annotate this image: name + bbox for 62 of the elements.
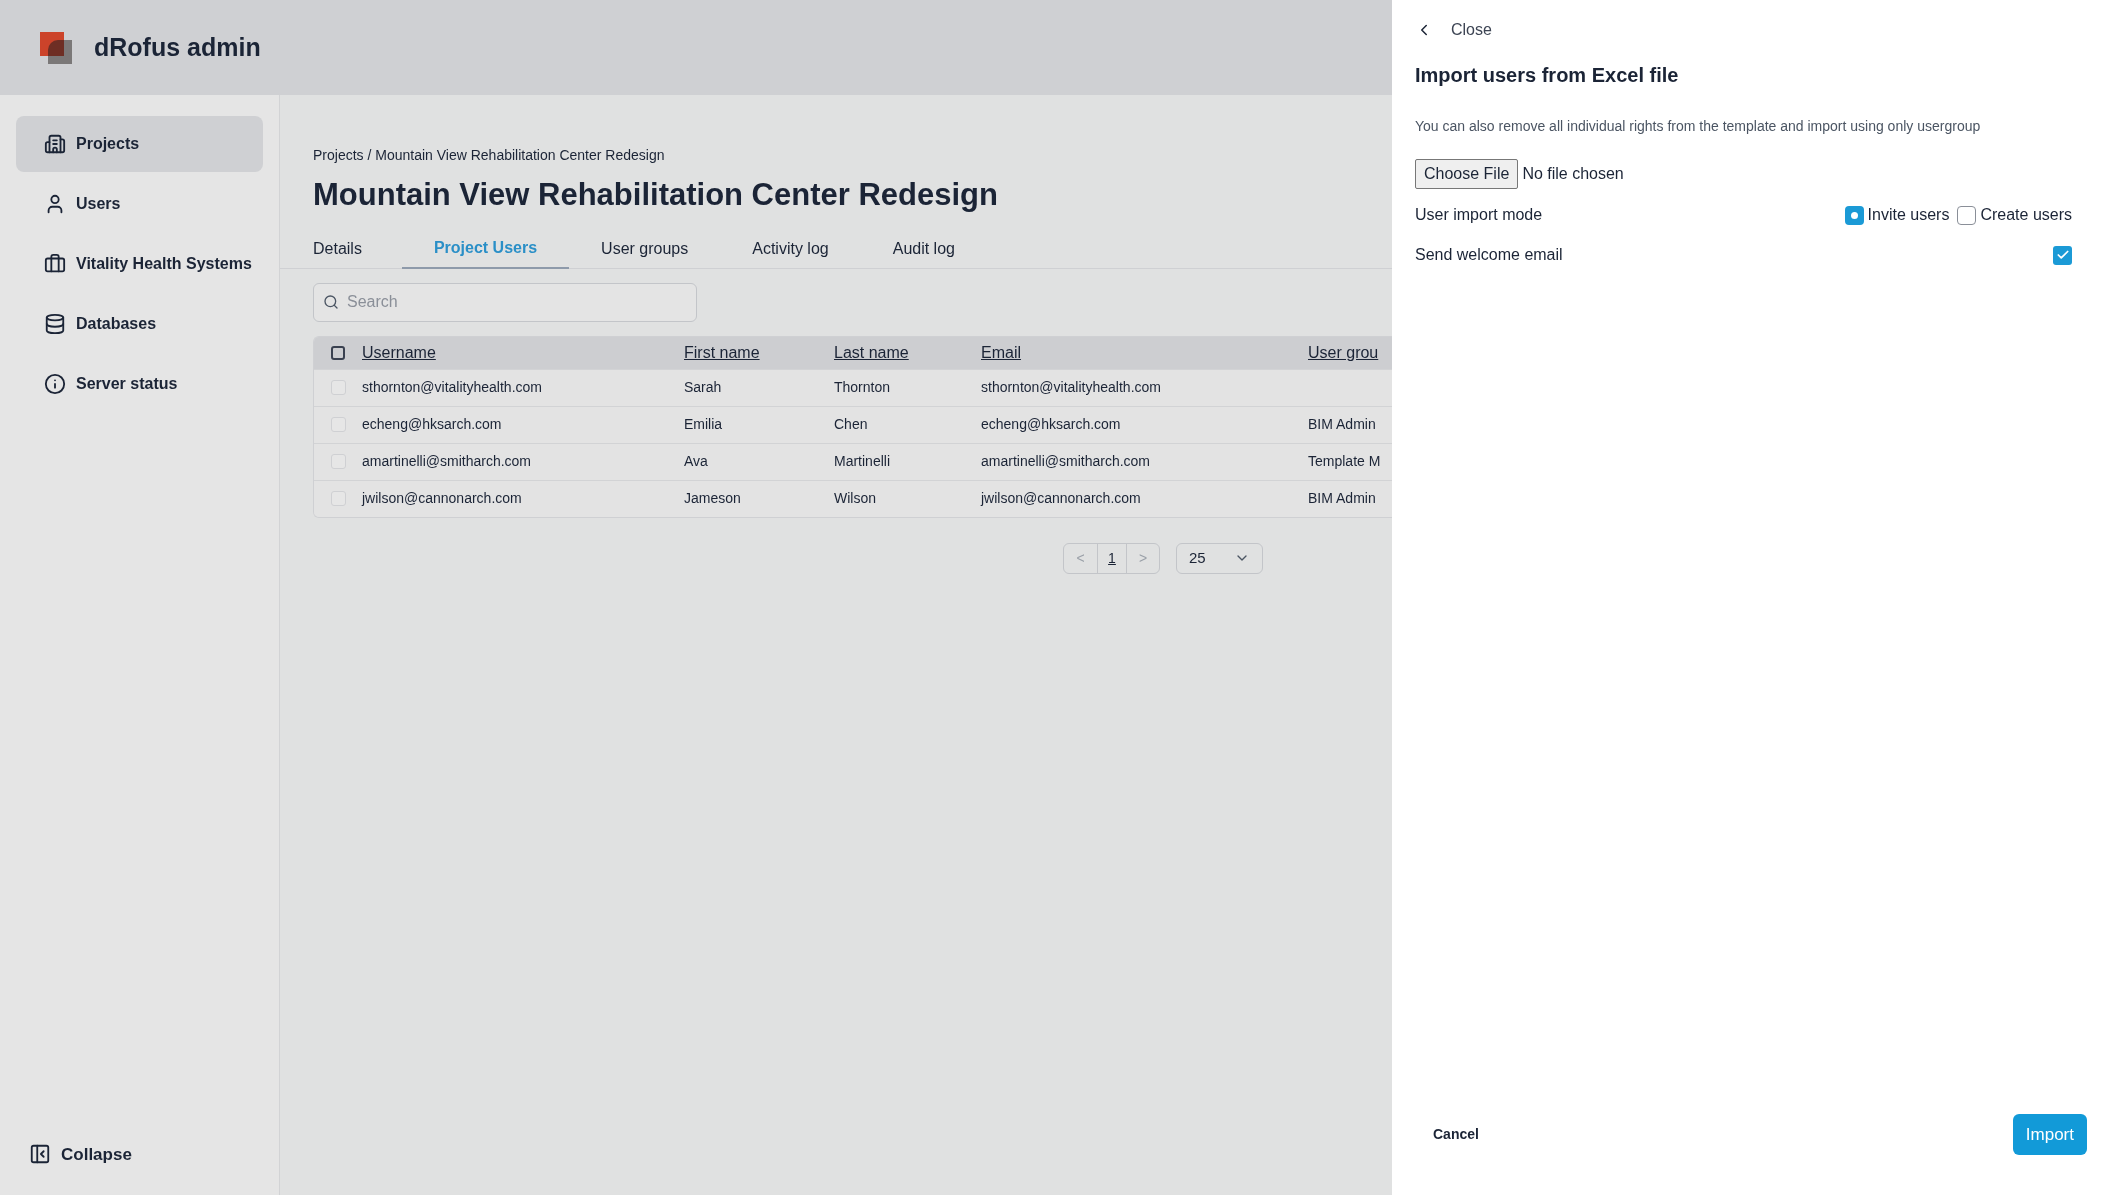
cancel-button[interactable]: Cancel [1415,1114,1497,1155]
table-cell: BIM Admin [1308,416,1376,432]
table-cell: Sarah [684,379,722,395]
welcome-email-label: Send welcome email [1415,245,1563,265]
table-cell: echeng@hksarch.com [981,416,1121,432]
column-header[interactable]: Email [981,343,1021,361]
table-cell: jwilson@cannonarch.com [362,490,522,506]
tab[interactable]: User groups [569,228,721,269]
panel-title: Import users from Excel file [1415,63,1680,88]
sidebar-item[interactable]: Databases [16,296,263,352]
column-header[interactable]: Last name [834,343,909,361]
table-cell: Thornton [834,379,891,395]
import-mode-label: User import mode [1415,205,1543,225]
table-cell: sthornton@vitalityhealth.com [362,379,542,395]
table-cell: sthornton@vitalityhealth.com [981,379,1161,395]
breadcrumb: Projects / Mountain View Rehabilitation Center Redesign [313,146,666,165]
column-header[interactable]: User grou [1308,343,1379,361]
collapse-icon [29,1143,51,1166]
sidebar-item[interactable]: Users [16,176,263,232]
choose-file-button[interactable]: Choose File [1415,159,1519,189]
table-cell: Template M [1308,453,1381,469]
briefcase-icon [44,253,66,275]
table-cell: Emilia [684,416,723,432]
table-cell: amartinelli@smitharch.com [981,453,1151,469]
column-header[interactable]: Username [362,343,436,361]
tab[interactable]: Details [313,228,402,269]
page-number[interactable]: 1 [1097,543,1127,573]
file-status: No file chosen [1522,164,1624,184]
select-all-checkbox[interactable] [331,345,345,360]
logo-icon [40,31,72,64]
radio-label: Invite users [1867,205,1950,225]
page-title: Mountain View Rehabilitation Center Redesign [313,176,999,214]
tab[interactable]: Activity log [720,228,861,269]
collapse-link[interactable]: Collapse [61,1141,132,1167]
sidebar-item[interactable]: Server status [16,356,263,412]
table-cell: Jameson [684,490,741,506]
sidebar-item[interactable]: Projects [16,116,263,172]
table-cell: jwilson@cannonarch.com [981,490,1141,506]
table-cell: Ava [684,453,708,469]
welcome-email-checkbox[interactable] [2053,245,2072,265]
panel-description: You can also remove all individual rights from the template and import using only usergroup [1415,117,1982,136]
close-link[interactable]: Close [1451,18,1492,42]
radio-label: Create users [1980,205,2072,225]
table-cell: echeng@hksarch.com [362,416,502,432]
check-icon [2055,248,2070,262]
page-size-select[interactable]: 25 [1176,542,1263,574]
sidebar-item[interactable]: Vitality Health Systems [16,236,263,292]
tab[interactable]: Audit log [860,228,987,269]
radio-button[interactable] [1844,205,1864,225]
search-icon [323,293,339,310]
search-field[interactable]: Search [313,282,697,322]
table-cell: amartinelli@smitharch.com [362,453,532,469]
table-cell: Wilson [834,490,876,506]
table-cell: Chen [834,416,868,432]
radio-button[interactable] [1957,205,1977,225]
table-cell: Martinelli [834,453,890,469]
database-icon [44,313,66,335]
info-icon [44,373,66,395]
table-cell: BIM Admin [1308,490,1376,506]
building-icon [44,133,66,155]
app-title: dRofus admin [94,31,261,63]
column-header[interactable]: First name [684,343,760,361]
